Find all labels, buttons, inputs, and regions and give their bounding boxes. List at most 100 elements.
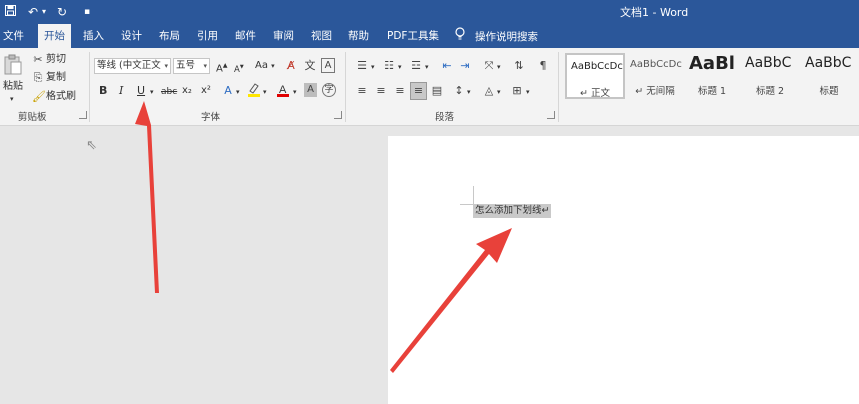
highlight-dropdown-icon[interactable]: ▾ [263,85,267,99]
bullets-dropdown-icon[interactable]: ▾ [371,60,375,74]
chinese-layout-icon[interactable]: ⤧ [482,59,496,73]
bullets-icon[interactable]: ☰ [355,59,369,73]
multilevel-dropdown-icon[interactable]: ▾ [425,60,429,74]
undo-dropdown-icon[interactable]: ▾ [42,3,46,21]
chinese-layout-dropdown-icon[interactable]: ▾ [497,60,501,74]
italic-button[interactable]: I [119,84,123,98]
font-launcher-icon[interactable] [334,111,342,119]
align-left-icon[interactable]: ≡ [355,84,369,98]
selected-document-text[interactable]: 怎么添加下划线↵ [473,204,552,218]
style-title[interactable]: AaBbC 标题 [801,53,857,99]
underline-button[interactable]: U [137,84,145,98]
font-color-icon[interactable]: A [276,82,290,102]
undo-icon[interactable]: ↶ [28,3,38,21]
line-spacing-icon[interactable]: ↕ [452,84,466,98]
paste-icon[interactable] [3,54,23,76]
numbering-icon[interactable]: ☷ [382,59,396,73]
text-effects-dropdown-icon[interactable]: ▾ [236,85,240,99]
change-case-button[interactable]: Aa ▾ [255,59,275,73]
crop-mark [460,204,473,205]
bold-button[interactable]: B [99,84,107,98]
borders-dropdown-icon[interactable]: ▾ [526,85,530,99]
chevron-down-icon: ▾ [203,62,207,70]
mouse-pointer-icon: ⇖ [86,138,97,153]
document-workspace: ⇖ 怎么添加下划线↵ [0,127,859,404]
word-window: ↶ ▾ ↻ ▪ 文档1 - Word 文件 开始 插入 设计 布局 引用 邮件 … [0,0,859,404]
clipboard-launcher-icon[interactable] [79,111,87,119]
tab-file[interactable]: 文件 [3,24,24,48]
character-shading-icon[interactable]: A [304,83,317,97]
document-page[interactable]: 怎么添加下划线↵ [388,136,859,404]
tab-design[interactable]: 设计 [121,24,142,48]
style-name: 标题 2 [755,86,785,97]
copy-icon[interactable]: ⎘ [32,71,44,85]
align-right-icon[interactable]: ≡ [393,84,407,98]
paragraph-launcher-icon[interactable] [547,111,555,119]
tell-me-label: 操作说明搜索 [475,31,538,43]
cut-button[interactable]: 剪切 [46,53,66,67]
title-bar: ↶ ▾ ↻ ▪ 文档1 - Word [0,0,859,24]
save-icon[interactable] [5,3,16,21]
font-size-value: 五号 [176,60,196,71]
ribbon-home: 粘贴 ▾ ✂ 剪切 ⎘ 复制 🖌 格式刷 剪贴板 等线 (中文正文 ▾ 五号 ▾… [0,48,859,126]
superscript-button[interactable]: x² [201,84,211,98]
show-marks-icon[interactable]: ¶ [536,59,550,73]
customize-quick-access-icon[interactable]: ▪ [84,3,90,21]
shading-icon[interactable]: ◬ [482,84,496,98]
tell-me-search[interactable]: 操作说明搜索 [455,24,538,48]
style-heading-1[interactable]: AaBl 标题 1 [685,53,739,99]
highlight-icon[interactable] [247,82,261,102]
tab-help[interactable]: 帮助 [348,24,369,48]
tab-layout[interactable]: 布局 [159,24,180,48]
style-no-spacing[interactable]: AaBbCcDc ↵ 无间隔 [626,53,684,99]
text-effects-icon[interactable]: A [222,84,234,98]
shading-dropdown-icon[interactable]: ▾ [497,85,501,99]
styles-gallery: AaBbCcDc ↵ 正文 AaBbCcDc ↵ 无间隔 AaBl 标题 1 A… [565,53,859,105]
strikethrough-button[interactable]: abc [161,85,177,99]
scissors-icon[interactable]: ✂ [32,53,44,67]
tab-review[interactable]: 审阅 [273,24,294,48]
document-title: 文档1 - Word [620,6,689,19]
align-center-icon[interactable]: ≡ [374,84,388,98]
tab-insert[interactable]: 插入 [83,24,104,48]
clear-formatting-icon[interactable]: A̸ [284,59,298,73]
tab-pdf-tools[interactable]: PDF工具集 [387,24,439,48]
group-divider [345,52,346,122]
style-name: ↵ 无间隔 [635,86,675,97]
format-painter-button[interactable]: 格式刷 [46,90,76,104]
style-heading-2[interactable]: AaBbC 标题 2 [741,53,799,99]
redo-icon[interactable]: ↻ [57,3,67,21]
grow-font-button[interactable]: A▲ [216,59,227,76]
tab-mailings[interactable]: 邮件 [235,24,256,48]
style-sample: AaBbCcDc [571,61,623,72]
style-normal[interactable]: AaBbCcDc ↵ 正文 [565,53,625,99]
shrink-font-button[interactable]: A▼ [234,60,244,77]
sort-icon[interactable]: ⇅ [512,59,526,73]
increase-indent-icon[interactable]: ⇥ [458,59,472,73]
grow-font-label: A [216,63,223,75]
enclose-characters-icon[interactable]: 字 [322,83,336,97]
underline-dropdown-icon[interactable]: ▾ [150,85,154,99]
tab-view[interactable]: 视图 [311,24,332,48]
format-painter-icon[interactable]: 🖌 [32,90,46,104]
borders-icon[interactable]: ⊞ [510,84,524,98]
tab-home[interactable]: 开始 [38,24,71,48]
font-name-dropdown[interactable]: 等线 (中文正文 ▾ [94,58,171,74]
font-color-dropdown-icon[interactable]: ▾ [293,85,297,99]
character-border-icon[interactable]: A [321,58,335,73]
tab-references[interactable]: 引用 [197,24,218,48]
distributed-icon[interactable]: ▤ [430,84,444,98]
paste-dropdown-icon[interactable]: ▾ [10,92,14,106]
group-divider [558,52,559,122]
multilevel-list-icon[interactable]: ☲ [409,59,423,73]
phonetic-guide-icon[interactable]: 文 [303,59,317,73]
copy-button[interactable]: 复制 [46,71,66,85]
numbering-dropdown-icon[interactable]: ▾ [398,60,402,74]
line-spacing-dropdown-icon[interactable]: ▾ [467,85,471,99]
clipboard-group-label: 剪贴板 [18,112,47,123]
style-sample: AaBbC [805,55,852,71]
decrease-indent-icon[interactable]: ⇤ [440,59,454,73]
subscript-button[interactable]: x₂ [182,84,192,98]
font-size-dropdown[interactable]: 五号 ▾ [173,58,210,74]
justify-icon[interactable]: ≡ [410,82,427,100]
